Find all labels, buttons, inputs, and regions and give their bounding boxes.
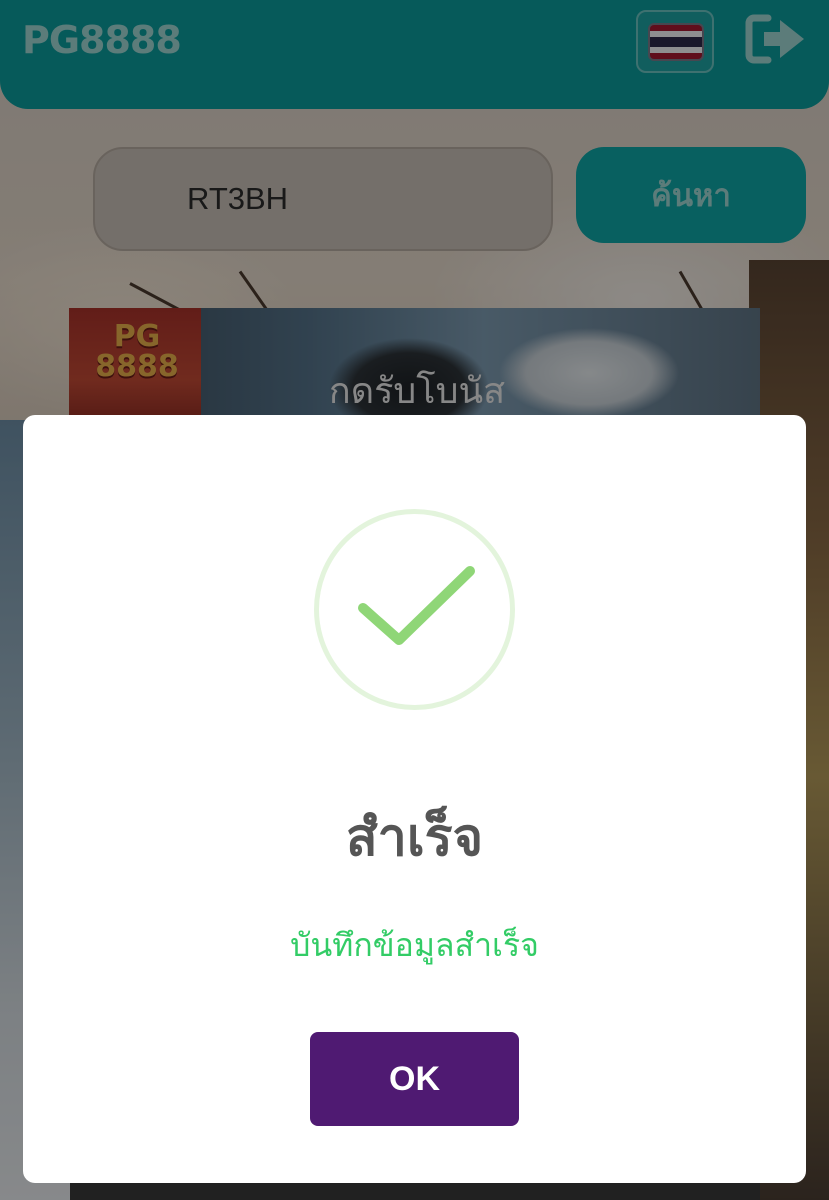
success-dialog: สำเร็จ บันทึกข้อมูลสำเร็จ OK: [23, 415, 806, 1183]
dialog-title: สำเร็จ: [345, 808, 484, 868]
ok-button[interactable]: OK: [310, 1032, 519, 1126]
check-circle-icon: [314, 509, 515, 710]
dialog-message: บันทึกข้อมูลสำเร็จ: [290, 926, 539, 964]
